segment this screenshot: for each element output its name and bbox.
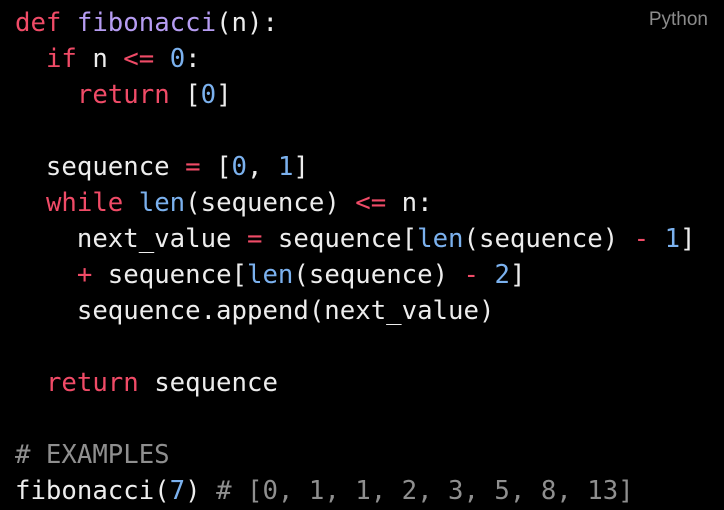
code-line: next_value = sequence[len(sequence) - 1] (15, 221, 696, 257)
code-text: sequence.append(next_value) (15, 296, 495, 326)
code-text: sequence (15, 152, 186, 182)
code-text: [ (169, 80, 201, 110)
code-text: sequence[ (92, 260, 247, 290)
function-name-token: fibonacci (76, 8, 217, 38)
code-line: + sequence[len(sequence) - 2] (15, 257, 696, 293)
builtin-token: len (247, 260, 294, 290)
code-line: if n <= 0: (15, 41, 696, 77)
code-text: (sequence) (463, 224, 634, 254)
code-text: ] (216, 80, 232, 110)
code-line: return [0] (15, 77, 696, 113)
number-token: 1 (664, 224, 681, 254)
code-line: sequence.append(next_value) (15, 293, 696, 329)
keyword-token: return (45, 368, 139, 398)
comment-token: # [0, 1, 1, 2, 3, 5, 8, 13] (216, 476, 634, 506)
keyword-token: = (246, 224, 263, 254)
code-line: return sequence (15, 365, 696, 401)
comment-token: # EXAMPLES (15, 440, 170, 470)
code-line: fibonacci(7) # [0, 1, 1, 2, 3, 5, 8, 13] (15, 473, 696, 509)
keyword-token: = (185, 152, 201, 182)
code-line: def fibonacci(n): (15, 5, 696, 41)
code-text: (sequence) (185, 188, 356, 218)
number-token: 7 (169, 476, 186, 506)
keyword-token: + (76, 260, 93, 290)
code-text: ) (185, 476, 217, 506)
keyword-token: def (15, 8, 62, 38)
code-line: sequence = [0, 1] (15, 149, 696, 185)
number-token: 0 (200, 80, 217, 110)
code-text: ] (509, 260, 526, 290)
keyword-token: <= (355, 188, 387, 218)
code-line: while len(sequence) <= n: (15, 185, 696, 221)
keyword-token: - (463, 260, 479, 290)
builtin-token: len (417, 224, 464, 254)
code-content[interactable]: def fibonacci(n): if n <= 0: return [0] … (15, 5, 696, 509)
keyword-token: return (76, 80, 170, 110)
code-text: ] (680, 224, 696, 254)
code-text: next_value (15, 224, 247, 254)
code-text: (sequence) (293, 260, 464, 290)
code-block[interactable]: Python def fibonacci(n): if n <= 0: retu… (0, 0, 724, 510)
code-text: n (76, 44, 124, 74)
code-text: sequence (138, 368, 278, 398)
builtin-token: len (138, 188, 186, 218)
code-text: : (185, 44, 201, 74)
code-text: ] (293, 152, 309, 182)
code-text: n: (386, 188, 433, 218)
number-token: 2 (494, 260, 510, 290)
keyword-token: - (633, 224, 650, 254)
number-token: 1 (277, 152, 294, 182)
code-text: (n): (216, 8, 278, 38)
code-text: fibonacci( (15, 476, 170, 506)
code-line: # EXAMPLES (15, 437, 696, 473)
code-text: sequence[ (262, 224, 418, 254)
code-text: , (247, 152, 278, 182)
keyword-token: while (45, 188, 124, 218)
number-token: 0 (231, 152, 247, 182)
number-token: 0 (169, 44, 186, 74)
keyword-token: <= (123, 44, 155, 74)
keyword-token: if (45, 44, 77, 74)
code-text: [ (200, 152, 232, 182)
